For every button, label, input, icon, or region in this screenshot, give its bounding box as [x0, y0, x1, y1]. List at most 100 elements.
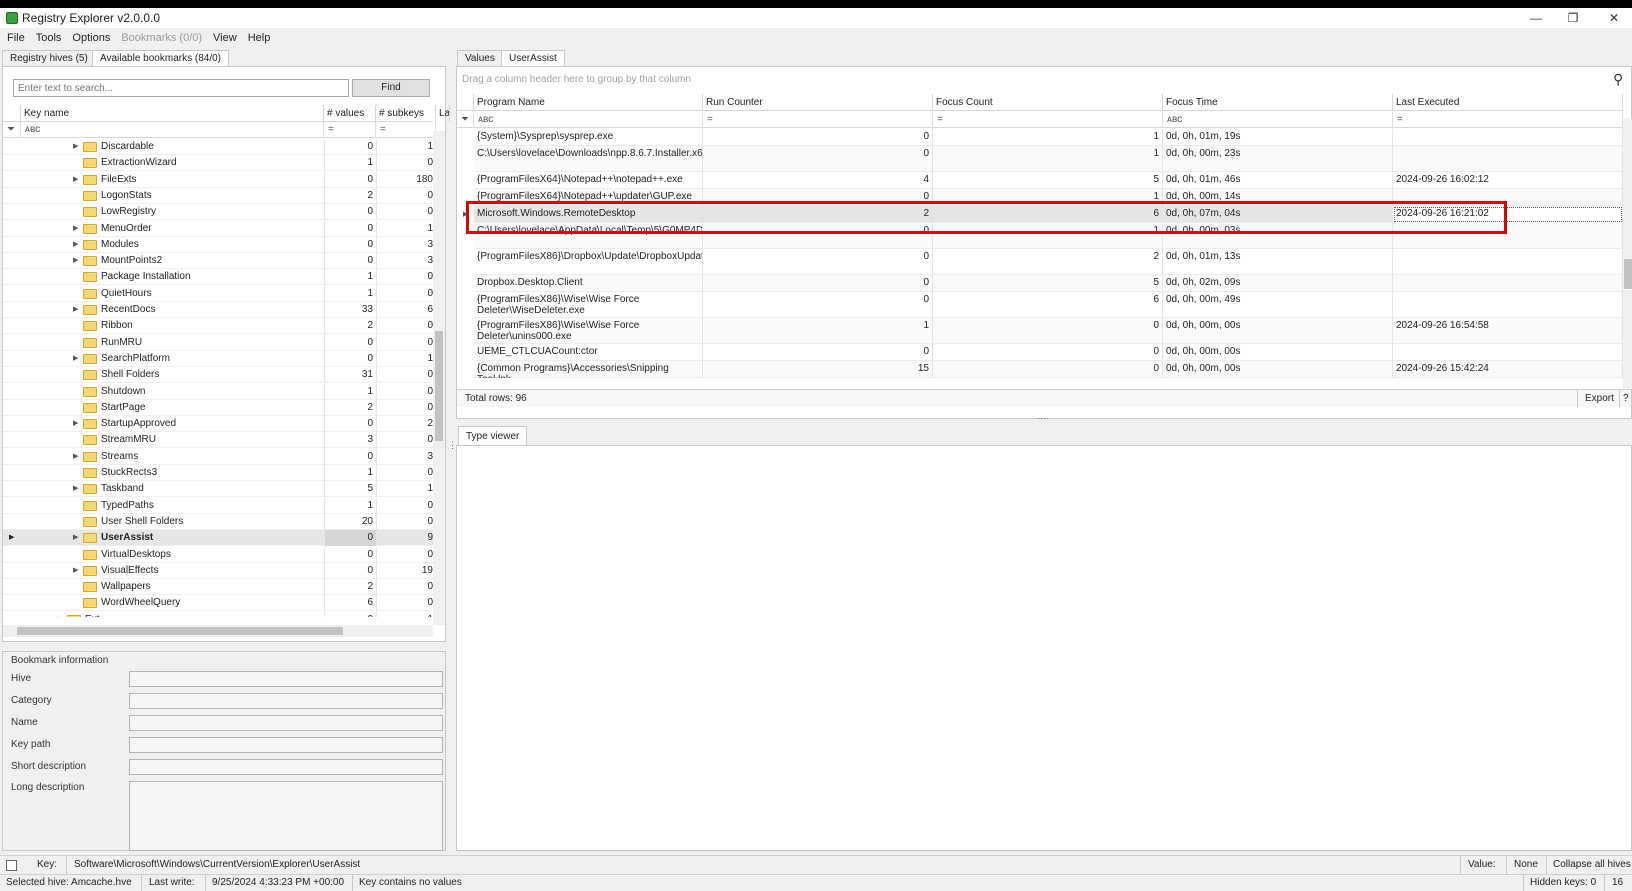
expand-arrow-icon[interactable]: ▶ — [73, 416, 81, 432]
expand-arrow-icon[interactable]: ▶ — [73, 237, 81, 253]
filter-focus-count[interactable]: = — [933, 112, 1163, 128]
long-description-field[interactable] — [129, 781, 443, 851]
menu-tools[interactable]: Tools — [29, 29, 66, 44]
userassist-row[interactable]: {ProgramFilesX86}\Dropbox\Update\Dropbox… — [474, 249, 1623, 275]
tree-vertical-scrollbar[interactable] — [433, 131, 445, 625]
key-checkbox[interactable] — [6, 860, 17, 871]
expand-arrow-icon[interactable]: ▶ — [57, 612, 65, 617]
menu-bookmarks[interactable]: Bookmarks (0/0) — [114, 29, 206, 44]
tab-values[interactable]: Values — [457, 50, 503, 67]
name-field[interactable] — [129, 715, 443, 731]
userassist-row[interactable]: {System}\Sysprep\sysprep.exe 0 1 0d, 0h, 01… — [474, 129, 1623, 146]
expand-arrow-icon[interactable]: ▶ — [73, 253, 81, 269]
tree-row[interactable]: User Shell Folders 20 0 — [3, 513, 433, 530]
menu-help[interactable]: Help — [241, 29, 275, 44]
tree-row[interactable]: ▶ VisualEffects 0 19 — [3, 562, 433, 579]
menu-options[interactable]: Options — [65, 29, 114, 44]
tree-row[interactable]: ▶ Discardable 0 1 — [3, 139, 433, 155]
tree-vscroll-thumb[interactable] — [435, 331, 443, 441]
search-input[interactable] — [13, 79, 349, 97]
tree-row[interactable]: ▶ Streams 0 3 — [3, 448, 433, 465]
tree-hscroll-thumb[interactable] — [17, 627, 343, 635]
expand-arrow-icon[interactable]: ▶ — [73, 139, 81, 155]
expand-arrow-icon[interactable]: ▶ — [73, 481, 81, 497]
menu-view[interactable]: View — [206, 29, 241, 44]
tree-row[interactable]: QuietHours 1 0 — [3, 285, 433, 302]
collapse-all-hives-button[interactable]: Collapse all hives — [1553, 856, 1631, 874]
col-last-executed[interactable]: Last Executed — [1393, 94, 1623, 111]
userassist-row[interactable]: {Common Programs}\Accessories\Snipping T… — [474, 361, 1623, 378]
tab-type-viewer[interactable]: Type viewer — [458, 426, 528, 446]
tree-row[interactable]: Package Installation 1 0 — [3, 269, 433, 286]
filter-focus-time[interactable]: ᴀʙc — [1163, 112, 1393, 128]
tree-row[interactable]: StreamMRU 3 0 — [3, 432, 433, 449]
expand-arrow-icon[interactable]: ▶ — [73, 530, 81, 546]
tree-row[interactable]: ▶ ▶ UserAssist 0 9 — [3, 530, 433, 547]
expand-arrow-icon[interactable]: ▶ — [73, 449, 81, 465]
filter-key-name[interactable]: ᴀʙc — [21, 122, 324, 138]
tree-row[interactable]: StuckRects3 1 0 — [3, 465, 433, 481]
tree-row[interactable]: Shell Folders 31 0 — [3, 367, 433, 384]
tree-row[interactable]: ▶ StartupApproved 0 2 — [3, 416, 433, 433]
userassist-row[interactable]: {ProgramFilesX86}\Wise\Wise Force Delete… — [474, 292, 1623, 318]
col-key-name[interactable]: Key name — [21, 105, 324, 122]
filter-program-name[interactable]: ᴀʙc — [474, 112, 703, 128]
tree-row[interactable]: ▶ Modules 0 3 — [3, 236, 433, 253]
find-button[interactable]: Find — [352, 79, 430, 97]
tab-available-bookmarks[interactable]: Available bookmarks (84/0) — [92, 50, 229, 67]
tree-horizontal-scrollbar[interactable] — [3, 625, 433, 637]
tree-row[interactable]: ▶ MenuOrder 0 1 — [3, 220, 433, 237]
col-run-counter[interactable]: Run Counter — [703, 94, 933, 111]
userassist-row[interactable]: {ProgramFilesX64}\Notepad++\notepad++.ex… — [474, 172, 1623, 189]
tree-row[interactable]: Wallpapers 2 0 — [3, 579, 433, 596]
col-last[interactable]: La — [436, 105, 450, 122]
col-program-name[interactable]: Program Name — [474, 94, 703, 111]
menu-file[interactable]: File — [0, 29, 29, 44]
tree-row[interactable]: StartPage 2 0 — [3, 399, 433, 416]
ua-vertical-scrollbar[interactable] — [1623, 119, 1632, 389]
userassist-row[interactable]: {ProgramFilesX86}\Wise\Wise Force Delete… — [474, 318, 1623, 344]
maximize-button[interactable]: ❐ — [1555, 8, 1591, 28]
expand-arrow-icon[interactable]: ▶ — [73, 563, 81, 579]
expand-arrow-icon[interactable]: ▶ — [73, 221, 81, 237]
tree-row[interactable]: Shutdown 1 0 — [3, 383, 433, 400]
tree-row[interactable]: LogonStats 2 0 — [3, 187, 433, 204]
col-subkeys[interactable]: # subkeys — [376, 105, 436, 122]
filter-last-executed[interactable]: = — [1393, 112, 1623, 128]
pane-splitter-grip-icon[interactable]: ···· — [1037, 413, 1049, 423]
category-field[interactable] — [129, 693, 443, 709]
ua-vscroll-thumb[interactable] — [1624, 259, 1632, 289]
hive-field[interactable] — [129, 671, 443, 687]
tree-row[interactable]: WordWheelQuery 6 0 — [3, 595, 433, 612]
short-description-field[interactable] — [129, 759, 443, 775]
tree-row[interactable]: TypedPaths 1 0 — [3, 497, 433, 514]
tree-row[interactable]: ▶ Ext 01 — [3, 611, 433, 617]
tree-row[interactable]: RunMRU 0 0 — [3, 334, 433, 351]
tree-row[interactable]: LowRegistry 0 0 — [3, 204, 433, 221]
filter-run-counter[interactable]: = — [703, 112, 933, 128]
expand-arrow-icon[interactable]: ▶ — [73, 302, 81, 318]
tree-row[interactable]: ▶ MountPoints2 0 3 — [3, 253, 433, 270]
help-button[interactable]: ? — [1623, 390, 1629, 408]
col-focus-time[interactable]: Focus Time — [1163, 94, 1393, 111]
filter-subkeys[interactable]: = — [376, 122, 436, 138]
expand-arrow-icon[interactable]: ▶ — [73, 351, 81, 367]
key-path-field[interactable] — [129, 737, 443, 753]
filter-values[interactable]: = — [324, 122, 376, 138]
tab-userassist[interactable]: UserAssist — [501, 50, 565, 67]
tree-row[interactable]: ▶ FileExts 0 180 — [3, 171, 433, 188]
userassist-row[interactable]: C:\Users\lovelace\Downloads\npp.8.6.7.In… — [474, 146, 1623, 172]
tree-row[interactable]: ▶ Taskband 5 1 — [3, 481, 433, 498]
tree-row[interactable]: VirtualDesktops 0 0 — [3, 546, 433, 563]
tree-row[interactable]: ▶ RecentDocs 33 6 — [3, 302, 433, 318]
close-button[interactable]: ✕ — [1596, 8, 1632, 28]
tree-row[interactable]: ExtractionWizard 1 0 — [3, 155, 433, 172]
userassist-row[interactable]: UEME_CTLCUACount:ctor 0 0 0d, 0h, 00m, 00s — [474, 344, 1623, 361]
tree-row[interactable]: ▶ SearchPlatform 0 1 — [3, 350, 433, 367]
col-values[interactable]: # values — [324, 105, 376, 122]
tab-registry-hives[interactable]: Registry hives (5) — [2, 50, 96, 67]
export-button[interactable]: Export — [1585, 390, 1614, 408]
minimize-button[interactable]: — — [1518, 8, 1554, 28]
userassist-row[interactable]: Dropbox.Desktop.Client 0 5 0d, 0h, 02m, 09s — [474, 275, 1623, 292]
search-icon[interactable]: ⚲ — [1613, 71, 1623, 88]
